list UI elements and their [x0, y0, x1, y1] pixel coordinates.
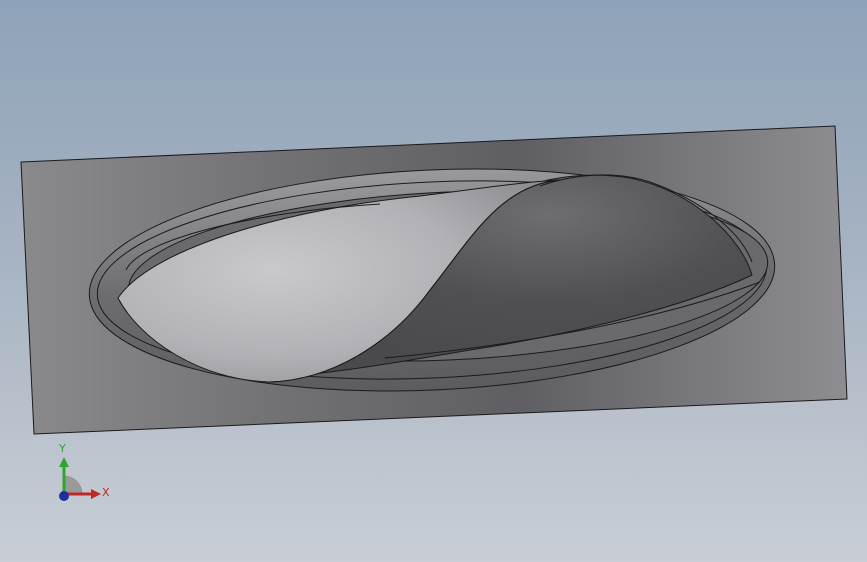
graphics-viewport[interactable]: Y X	[0, 0, 867, 562]
coordinate-triad: Y X	[52, 440, 116, 508]
x-axis-label: X	[102, 486, 110, 499]
y-axis-label: Y	[59, 442, 66, 455]
triad-plane-indicator	[63, 475, 83, 495]
x-axis-arrow-icon	[91, 489, 101, 499]
z-axis-origin-icon	[59, 491, 69, 501]
y-axis-arrow-icon	[59, 457, 69, 467]
model-view[interactable]	[0, 0, 867, 562]
